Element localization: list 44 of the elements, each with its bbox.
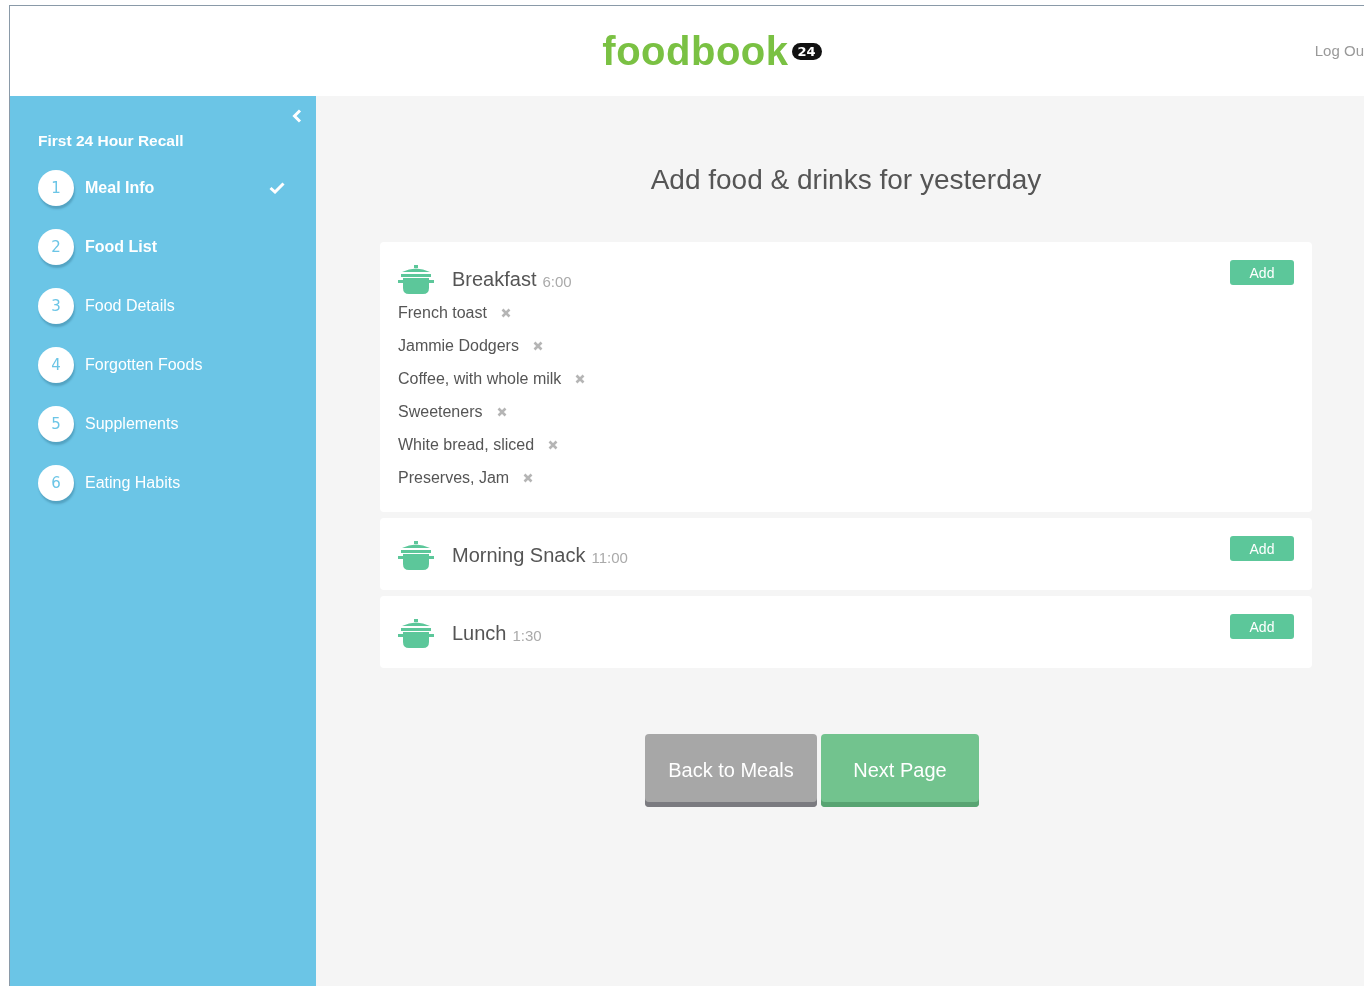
meal-name: Morning Snack xyxy=(452,543,586,567)
step-link[interactable]: Meal Info xyxy=(85,179,265,197)
step-link[interactable]: Food List xyxy=(85,238,265,256)
next-button[interactable]: Next Page xyxy=(821,734,979,807)
step-number: 6 xyxy=(38,465,74,501)
pot-icon xyxy=(398,262,434,296)
add-button[interactable]: Add xyxy=(1230,614,1294,639)
food-item: French toast xyxy=(398,303,487,322)
step-number: 4 xyxy=(38,347,74,383)
sidebar-title: First 24 Hour Recall xyxy=(38,132,185,150)
logo-badge: 24 xyxy=(791,42,822,60)
collapse-chevron-icon[interactable] xyxy=(292,109,302,123)
logo-text: foodbook xyxy=(602,28,789,74)
logout-link[interactable]: Log Ou xyxy=(1314,42,1364,59)
step-link[interactable]: Supplements xyxy=(85,415,265,433)
add-button[interactable]: Add xyxy=(1230,536,1294,561)
food-item: Sweeteners xyxy=(398,402,483,421)
add-button[interactable]: Add xyxy=(1230,260,1294,285)
step-link[interactable]: Food Details xyxy=(85,297,265,315)
pot-icon xyxy=(398,538,434,572)
food-item: White bread, sliced xyxy=(398,435,535,454)
meal-name: Breakfast xyxy=(452,267,537,291)
food-item: Jammie Dodgers xyxy=(398,336,519,355)
step-number: 5 xyxy=(38,406,74,442)
remove-icon[interactable] xyxy=(523,472,534,483)
page-heading: Add food & drinks for yesterday xyxy=(649,164,1043,196)
remove-icon[interactable] xyxy=(532,340,543,351)
step-number: 1 xyxy=(38,170,74,206)
food-item: Preserves, Jam xyxy=(398,468,510,487)
step-number: 3 xyxy=(38,288,74,324)
remove-icon[interactable] xyxy=(496,406,507,417)
food-item: Coffee, with whole milk xyxy=(398,369,562,388)
meal-time: 1:30 xyxy=(512,626,542,644)
meal-name: Lunch xyxy=(452,621,507,645)
step-link[interactable]: Eating Habits xyxy=(85,474,265,492)
step-link[interactable]: Forgotten Foods xyxy=(85,356,265,374)
back-button[interactable]: Back to Meals xyxy=(645,734,817,807)
meal-time: 11:00 xyxy=(591,548,628,566)
remove-icon[interactable] xyxy=(500,307,511,318)
pot-icon xyxy=(398,616,434,650)
meal-time: 6:00 xyxy=(542,272,572,290)
remove-icon[interactable] xyxy=(548,439,559,450)
remove-icon[interactable] xyxy=(575,373,586,384)
step-number: 2 xyxy=(38,229,74,265)
